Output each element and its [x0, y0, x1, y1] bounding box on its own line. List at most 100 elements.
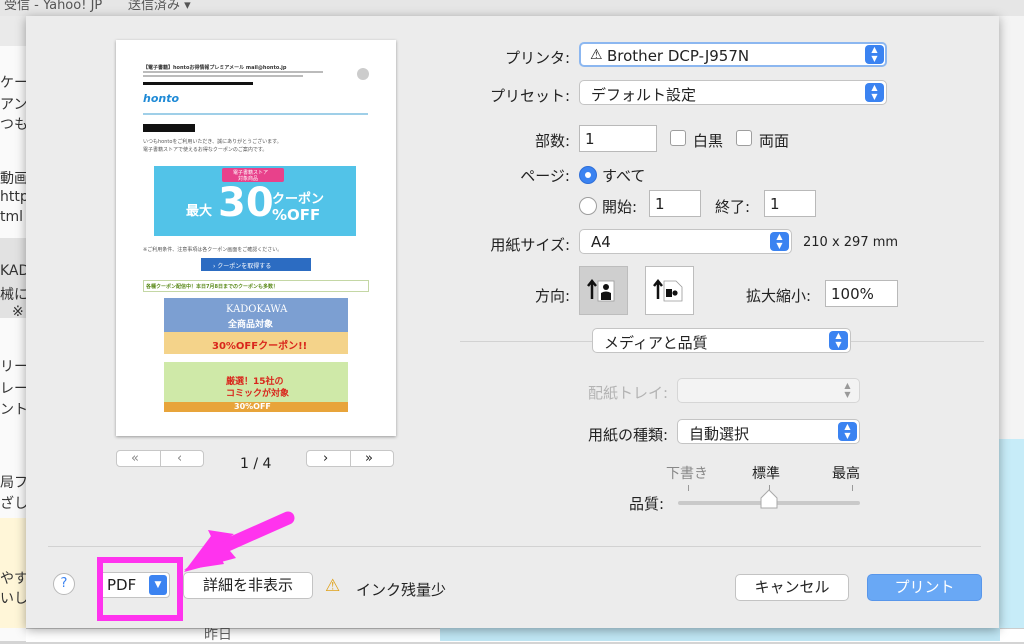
media-type-popup[interactable]: 自動選択 ▲ ▼ — [677, 419, 860, 444]
background-text: tml - — [0, 209, 26, 225]
preset-popup[interactable]: デフォルト設定 ▲ ▼ — [579, 80, 887, 105]
background-window-titlebar: 受信 - Yahoo! JP 送信済み ▾ — [0, 0, 1024, 17]
background-text: http — [0, 189, 27, 205]
email-greeting: いつもhontoをご利用いただき、誠にありがとうございます。 — [143, 139, 282, 145]
background-text: ※ — [12, 304, 24, 320]
ink-warning-text: インク残量少 — [356, 581, 447, 599]
duplex-label: 両面 — [759, 132, 790, 150]
landscape-icon — [653, 278, 683, 302]
popup-chevron-icon: ▲ ▼ — [865, 45, 884, 64]
background-text: KAD — [0, 263, 27, 279]
orientation-label: 方向: — [534, 287, 570, 305]
warning-icon: ⚠ — [590, 47, 603, 63]
email-meta-line — [143, 71, 323, 73]
comic-sub: コミックが対象 — [226, 389, 290, 399]
popup-chevron-icon: ▲ ▼ — [838, 422, 857, 441]
media-type-value: 自動選択 — [689, 425, 750, 443]
get-coupon-label: › クーポンを取得する — [213, 263, 272, 270]
quality-option-best: 最高 — [832, 466, 860, 482]
pages-to-value: 1 — [770, 195, 780, 213]
last-page-button[interactable]: » — [365, 451, 373, 466]
kadokawa-banner: KADOKAWA 全商品対象 30%OFFクーポン!! — [164, 298, 348, 354]
pages-to-field[interactable]: 1 — [764, 190, 816, 217]
paper-size-value: A4 — [591, 233, 611, 251]
email-subject: 【電子書籍】hontoお得情報プレミアメール mail@honto.jp — [143, 65, 287, 71]
email-redacted-bar — [143, 82, 253, 85]
background-text: 動画 — [0, 171, 27, 187]
pages-label: ページ: — [520, 167, 570, 185]
quality-tick — [852, 485, 853, 491]
kadokawa-title: KADOKAWA — [226, 304, 288, 315]
pages-range-radio[interactable] — [579, 197, 597, 215]
background-text: いし — [0, 591, 27, 607]
paper-size-popup[interactable]: A4 ▲ ▼ — [579, 229, 792, 254]
campaign-caption-box: 各種クーポン配信中！本日7月8日までのクーポンも多数！ — [143, 280, 369, 292]
next-page-button[interactable]: › — [323, 451, 328, 466]
background-text: 局フ — [0, 475, 27, 491]
background-band — [0, 16, 26, 46]
paper-size-label: 用紙サイズ: — [490, 236, 570, 254]
portrait-icon — [587, 278, 615, 302]
hide-details-button[interactable]: 詳細を非表示 — [183, 572, 313, 599]
quality-label: 品質: — [629, 495, 665, 513]
comic-off: 30%OFF — [234, 402, 271, 411]
background-text: レー — [0, 381, 27, 397]
quality-option-draft: 下書き — [666, 466, 708, 482]
pages-from-field[interactable]: 1 — [649, 190, 701, 217]
scale-value: 100% — [831, 285, 874, 303]
bw-checkbox[interactable] — [670, 130, 686, 146]
page-indicator: 1 / 4 — [240, 456, 272, 472]
pages-all-radio[interactable] — [579, 166, 597, 184]
nav-divider — [350, 451, 351, 466]
coupon-word: クーポン — [272, 192, 325, 207]
landscape-orientation-button[interactable] — [645, 266, 694, 315]
background-text: 械に — [0, 287, 27, 303]
section-value: メディアと品質 — [604, 334, 708, 352]
background-hero-image — [440, 628, 1000, 641]
duplex-checkbox[interactable] — [736, 130, 752, 146]
cancel-button[interactable]: キャンセル — [735, 574, 849, 601]
background-tab-inbox: 受信 - Yahoo! JP — [4, 0, 103, 13]
copies-label: 部数: — [534, 132, 570, 150]
kadokawa-off: 30%OFFクーポン!! — [212, 341, 308, 352]
preview-nav-back-group: « ‹ — [116, 450, 204, 467]
pages-to-label: 終了: — [715, 198, 751, 216]
print-dialog: 【電子書籍】hontoお得情報プレミアメール mail@honto.jp hon… — [26, 16, 999, 628]
scale-field[interactable]: 100% — [825, 280, 898, 307]
copies-field[interactable]: 1 — [579, 125, 657, 152]
background-text: アン — [0, 97, 27, 113]
tray-label: 配紙トレイ: — [587, 384, 668, 402]
annotation-highlight-box — [97, 557, 183, 621]
scale-label: 拡大縮小: — [746, 287, 812, 305]
background-tab-sent: 送信済み ▾ — [128, 0, 191, 13]
previous-page-button[interactable]: ‹ — [177, 451, 182, 466]
background-text: ケー — [0, 75, 27, 91]
print-preview-page: 【電子書籍】hontoお得情報プレミアメール mail@honto.jp hon… — [116, 40, 396, 436]
background-text: ント — [0, 402, 27, 418]
help-button[interactable]: ? — [53, 573, 75, 595]
bw-label: 白黒 — [693, 132, 724, 150]
campaign-caption: 各種クーポン配信中！本日7月8日までのクーポンも多数！ — [146, 284, 278, 290]
print-button[interactable]: プリント — [867, 574, 982, 601]
portrait-orientation-button[interactable] — [579, 266, 628, 315]
printer-popup[interactable]: ⚠ Brother DCP-J957N ▲ ▼ — [579, 42, 887, 67]
pages-from-value: 1 — [655, 195, 665, 213]
preset-label: プリセット: — [489, 87, 570, 105]
tray-popup[interactable]: ▲ ▼ — [677, 378, 860, 403]
background-mail-list: ケー アン つもス 動画 http tml - KAD 械に ※ リー レー ン… — [0, 16, 27, 641]
paper-size-dims: 210 x 297 mm — [803, 235, 899, 250]
quality-slider-knob[interactable] — [760, 489, 778, 509]
sender-avatar-icon — [357, 68, 369, 80]
kadokawa-sub: 全商品対象 — [228, 320, 274, 330]
pages-all-label: すべて — [602, 167, 646, 185]
slider-knob-icon — [760, 489, 778, 509]
popup-chevron-icon: ▲ ▼ — [844, 381, 851, 399]
popup-chevron-icon: ▲ ▼ — [829, 331, 848, 350]
quality-tick — [688, 485, 689, 491]
email-redacted-name — [143, 124, 195, 132]
printer-label: プリンタ: — [504, 49, 570, 67]
section-popup[interactable]: メディアと品質 ▲ ▼ — [592, 328, 851, 353]
first-page-button[interactable]: « — [131, 451, 139, 466]
honto-logo: honto — [143, 92, 180, 105]
email-note: ※ご利用条件、注意事項は各クーポン画面をご確認ください。 — [143, 247, 283, 253]
